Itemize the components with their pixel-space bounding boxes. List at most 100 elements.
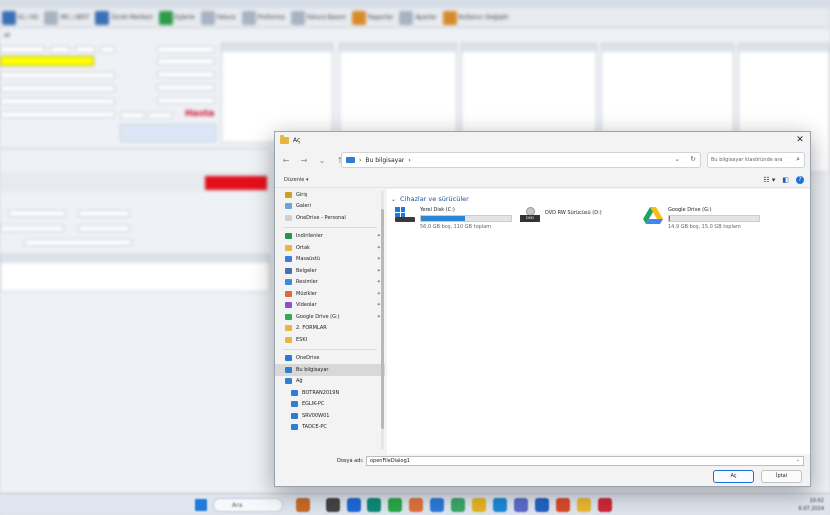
calculate-button[interactable] xyxy=(120,124,216,142)
folder-icon xyxy=(285,325,292,332)
nav-item[interactable]: SRV00W01 xyxy=(275,410,385,422)
toolbar-button[interactable]: Proforma xyxy=(241,10,285,25)
nav-item[interactable]: Bu bilgisayar xyxy=(275,364,385,376)
taskbar-app-icon[interactable] xyxy=(535,498,549,512)
bg-field[interactable] xyxy=(100,46,115,53)
toolbar-button[interactable]: IRC / BİST xyxy=(44,10,89,25)
taskbar-app-icon[interactable] xyxy=(493,498,507,512)
breadcrumb[interactable]: Bu bilgisayar xyxy=(365,157,404,164)
preview-pane-icon[interactable]: ◧ xyxy=(782,176,789,184)
invoice-icon xyxy=(200,10,215,25)
toolbar-button[interactable]: Fatura Basım xyxy=(290,10,346,25)
bg-field[interactable] xyxy=(75,46,95,53)
taskbar-app-icon[interactable] xyxy=(598,498,612,512)
highlighted-field[interactable] xyxy=(0,56,94,66)
toolbar-button[interactable]: Fatura xyxy=(200,10,236,25)
bg-field[interactable] xyxy=(8,210,66,217)
toolbar-button[interactable]: Ücret Merkezi xyxy=(95,10,153,25)
taskbar-app-icon[interactable] xyxy=(367,498,381,512)
nav-item[interactable]: OneDrive xyxy=(275,353,385,365)
bg-field[interactable] xyxy=(120,112,145,119)
taskbar-app-icon[interactable] xyxy=(388,498,402,512)
taskbar-app-icon[interactable] xyxy=(514,498,528,512)
nav-item[interactable]: Masaüstü ✦ xyxy=(275,254,385,266)
nav-item-label: 2. FORMLAR xyxy=(296,325,327,332)
taskbar-app-icon[interactable] xyxy=(326,498,340,512)
nav-item[interactable]: Ortak ✦ xyxy=(275,242,385,254)
people-icon xyxy=(158,10,173,25)
nav-item[interactable]: Müzikler ✦ xyxy=(275,288,385,300)
nav-item[interactable]: Videolar ✦ xyxy=(275,300,385,312)
help-icon[interactable]: ? xyxy=(796,176,804,184)
nav-item[interactable]: Indirilenler ✦ xyxy=(275,231,385,243)
taskbar-app-icon[interactable] xyxy=(556,498,570,512)
open-button[interactable]: Aç xyxy=(713,470,754,483)
toolbar-button[interactable]: Eşlerle xyxy=(158,10,195,25)
search-input[interactable]: Bu bilgisayar klasöründe ara ⌕ xyxy=(707,152,805,168)
nav-item[interactable]: Resimler ✦ xyxy=(275,277,385,289)
back-arrow-icon[interactable]: ← xyxy=(281,156,291,165)
taskbar-app-icon[interactable] xyxy=(409,498,423,512)
bg-field[interactable] xyxy=(0,111,115,118)
bg-field[interactable] xyxy=(157,84,215,91)
nav-item[interactable]: OneDrive - Personal xyxy=(275,212,385,224)
bg-field[interactable] xyxy=(157,46,215,53)
taskbar-app-icon[interactable] xyxy=(347,498,361,512)
taskbar-app-icon[interactable] xyxy=(451,498,465,512)
bg-field[interactable] xyxy=(157,58,215,65)
chevron-down-icon[interactable]: ⌄ xyxy=(796,457,800,463)
bg-field[interactable] xyxy=(78,210,130,217)
bg-field[interactable] xyxy=(0,225,64,232)
bg-panel xyxy=(221,43,333,143)
bg-field[interactable] xyxy=(157,97,215,104)
toolbar-button-label: Eşlerle xyxy=(174,14,195,21)
toolbar-button-label: Fatura xyxy=(216,14,236,21)
nav-item[interactable]: Ağ xyxy=(275,376,385,388)
bg-panel xyxy=(461,43,597,143)
nav-item[interactable]: TADCE-PC xyxy=(275,422,385,434)
nav-item[interactable]: ESKI xyxy=(275,334,385,346)
bg-field[interactable] xyxy=(50,46,70,53)
taskbar-app-icon[interactable] xyxy=(472,498,486,512)
drive-item-d[interactable]: DVD DVD RW Sürücüsü (D:) xyxy=(520,207,602,222)
drive-item-c[interactable]: Yerel Disk (C:) 56,0 GB boş, 110 GB topl… xyxy=(395,207,512,230)
bg-field[interactable] xyxy=(0,98,115,105)
bg-field[interactable] xyxy=(24,239,132,246)
bg-field[interactable] xyxy=(148,112,173,119)
bg-field[interactable] xyxy=(0,85,115,92)
nav-item[interactable]: Giriş xyxy=(275,189,385,201)
view-options-icon[interactable]: ☷ ▾ xyxy=(763,176,775,184)
taskbar-search[interactable]: Ara xyxy=(213,498,283,512)
cancel-button[interactable]: İptal xyxy=(761,470,802,483)
nav-item[interactable]: 2. FORMLAR xyxy=(275,323,385,335)
toolbar-button[interactable]: Ayarlar xyxy=(399,10,437,25)
nav-item[interactable]: EGLIK-PC xyxy=(275,399,385,411)
chevron-down-icon[interactable]: ⌄ xyxy=(674,155,680,163)
filename-input[interactable]: openFileDialog1 ⌄ xyxy=(366,456,804,466)
toolbar-button[interactable]: Raporlar xyxy=(351,10,393,25)
nav-item[interactable]: Google Drive (G:) ✦ xyxy=(275,311,385,323)
bg-field[interactable] xyxy=(0,72,115,79)
taskbar-app-icon[interactable] xyxy=(577,498,591,512)
bg-field[interactable] xyxy=(78,225,130,232)
organize-button[interactable]: Düzenle ▾ xyxy=(284,177,308,183)
chevron-down-icon[interactable]: ⌄ xyxy=(317,156,327,165)
nav-item[interactable]: BOTRAN2019N xyxy=(275,387,385,399)
taskbar-app-icon[interactable] xyxy=(430,498,444,512)
nav-item[interactable]: Belgeler ✦ xyxy=(275,265,385,277)
start-button[interactable] xyxy=(195,499,207,511)
toolbar-button[interactable]: Kullanıcı Değiştir xyxy=(442,10,509,25)
address-bar[interactable]: › Bu bilgisayar › ⌄ ↻ xyxy=(341,152,701,168)
group-header[interactable]: ⌄ Cihazlar ve sürücüler xyxy=(391,195,469,203)
nav-item[interactable]: Galeri xyxy=(275,201,385,213)
drive-item-g[interactable]: Google Drive (G:) 14,9 GB boş, 15,0 GB t… xyxy=(643,207,760,230)
navigation-scrollbar[interactable] xyxy=(381,191,384,449)
taskbar-app-icon[interactable] xyxy=(296,498,310,512)
close-button[interactable]: ✕ xyxy=(794,134,806,146)
system-clock[interactable]: 10:02 6.07.2024 xyxy=(799,497,824,513)
bg-field[interactable] xyxy=(0,46,45,53)
bg-field[interactable] xyxy=(157,71,215,78)
refresh-icon[interactable]: ↻ xyxy=(690,155,696,163)
forward-arrow-icon[interactable]: → xyxy=(299,156,309,165)
toolbar-button[interactable]: IG / IIG xyxy=(2,10,38,25)
